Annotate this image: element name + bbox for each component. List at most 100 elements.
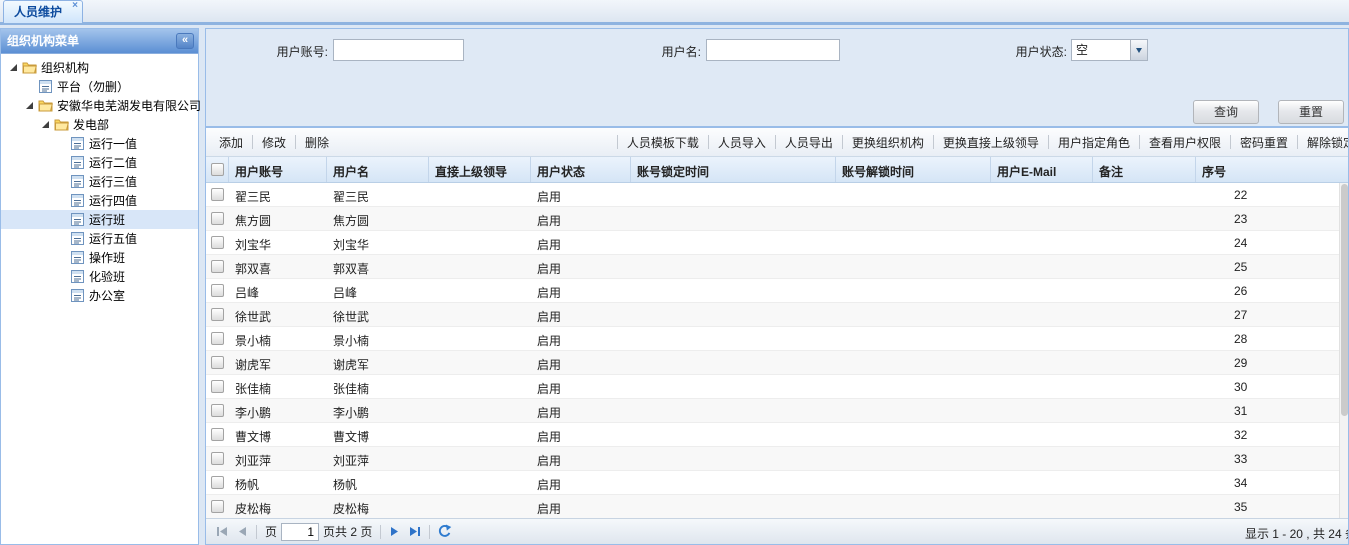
row-checkbox[interactable] (211, 404, 224, 417)
tree-node-folder[interactable]: 发电部 (1, 115, 198, 134)
tree-node[interactable]: 化验班 (1, 267, 198, 286)
scrollbar-thumb[interactable] (1341, 184, 1348, 416)
toolbar-button[interactable]: 解除锁定 (1298, 134, 1348, 151)
tree-expand-arrow-icon[interactable] (37, 120, 53, 129)
cell-name: 杨帆 (327, 471, 429, 494)
table-row[interactable]: 吕峰吕峰启用26 (206, 279, 1339, 303)
user-name-input[interactable] (706, 39, 840, 61)
row-checkbox[interactable] (211, 380, 224, 393)
tree-node[interactable]: 运行四值 (1, 191, 198, 210)
table-row[interactable]: 景小楠景小楠启用28 (206, 327, 1339, 351)
table-row[interactable]: 焦方圆焦方圆启用23 (206, 207, 1339, 231)
cell-seq: 25 (1196, 255, 1339, 278)
table-row[interactable]: 徐世武徐世武启用27 (206, 303, 1339, 327)
table-row[interactable]: 李小鹏李小鹏启用31 (206, 399, 1339, 423)
toolbar-button[interactable]: 更换直接上级领导 (934, 134, 1048, 151)
tab-personnel-maintenance[interactable]: 人员维护 × (3, 0, 83, 23)
column-header[interactable]: 直接上级领导 (429, 157, 531, 182)
toolbar-button[interactable]: 人员导入 (709, 134, 775, 151)
tab-title: 人员维护 (14, 5, 62, 19)
row-checkbox[interactable] (211, 500, 224, 513)
user-status-dropdown-trigger[interactable] (1130, 40, 1147, 60)
column-header[interactable]: 序号 (1196, 157, 1348, 182)
toolbar-button[interactable]: 人员导出 (776, 134, 842, 151)
vertical-scrollbar[interactable] (1339, 183, 1348, 518)
tab-close-icon[interactable]: × (72, 1, 78, 11)
row-checkbox-cell (206, 303, 229, 326)
tree-node[interactable]: 操作班 (1, 248, 198, 267)
page-number-input[interactable] (281, 523, 319, 541)
row-checkbox[interactable] (211, 212, 224, 225)
column-header[interactable]: 账号解锁时间 (836, 157, 991, 182)
document-icon (69, 270, 85, 283)
tree-node-label: 组织机构 (41, 59, 89, 76)
reset-button[interactable]: 重置 (1278, 100, 1344, 124)
tree-expand-arrow-icon[interactable] (21, 101, 37, 110)
tree-node[interactable]: 运行三值 (1, 172, 198, 191)
last-page-button[interactable] (405, 522, 425, 542)
toolbar-button[interactable]: 修改 (253, 134, 295, 151)
cell-name: 焦方圆 (327, 207, 429, 230)
select-all-checkbox[interactable] (211, 163, 224, 176)
table-row[interactable]: 谢虎军谢虎军启用29 (206, 351, 1339, 375)
toolbar-button[interactable]: 密码重置 (1231, 134, 1297, 151)
document-icon (69, 156, 85, 169)
row-checkbox[interactable] (211, 476, 224, 489)
row-checkbox[interactable] (211, 332, 224, 345)
tree-expand-arrow-icon[interactable] (5, 63, 21, 72)
column-header[interactable]: 账号锁定时间 (631, 157, 836, 182)
cell-leader (429, 183, 531, 206)
column-header[interactable]: 用户E-Mail (991, 157, 1093, 182)
row-checkbox[interactable] (211, 284, 224, 297)
table-row[interactable]: 翟三民翟三民启用22 (206, 183, 1339, 207)
tree-node[interactable]: 办公室 (1, 286, 198, 305)
refresh-button[interactable] (434, 522, 454, 542)
toolbar-button[interactable]: 更换组织机构 (843, 134, 933, 151)
table-row[interactable]: 刘亚萍刘亚萍启用33 (206, 447, 1339, 471)
column-header[interactable]: 备注 (1093, 157, 1196, 182)
toolbar-button[interactable]: 添加 (210, 134, 252, 151)
column-header[interactable]: 用户名 (327, 157, 429, 182)
toolbar-button[interactable]: 用户指定角色 (1049, 134, 1139, 151)
table-row[interactable]: 曹文博曹文博启用32 (206, 423, 1339, 447)
cell-unlock_time (836, 375, 991, 398)
tree-node[interactable]: 运行班 (1, 210, 198, 229)
user-account-input[interactable] (333, 39, 464, 61)
toolbar-button[interactable]: 查看用户权限 (1140, 134, 1230, 151)
tree-node-folder[interactable]: 安徽华电芜湖发电有限公司 (1, 96, 198, 115)
row-checkbox[interactable] (211, 236, 224, 249)
table-row[interactable]: 杨帆杨帆启用34 (206, 471, 1339, 495)
user-status-select[interactable]: 空 (1071, 39, 1148, 61)
tree-node[interactable]: 运行五值 (1, 229, 198, 248)
cell-leader (429, 327, 531, 350)
table-row[interactable]: 张佳楠张佳楠启用30 (206, 375, 1339, 399)
tree-node-label: 化验班 (89, 268, 125, 285)
next-page-button[interactable] (385, 522, 405, 542)
tree-node-folder[interactable]: 组织机构 (1, 58, 198, 77)
table-row[interactable]: 刘宝华刘宝华启用24 (206, 231, 1339, 255)
toolbar-button[interactable]: 人员模板下载 (618, 134, 708, 151)
row-checkbox[interactable] (211, 452, 224, 465)
cell-unlock_time (836, 495, 991, 518)
toolbar-button[interactable]: 删除 (296, 134, 338, 151)
column-header[interactable]: 用户状态 (531, 157, 631, 182)
tree-node[interactable]: 平台（勿删） (1, 77, 198, 96)
cell-leader (429, 303, 531, 326)
tree-node[interactable]: 运行二值 (1, 153, 198, 172)
tree-node[interactable]: 运行一值 (1, 134, 198, 153)
query-button[interactable]: 查询 (1193, 100, 1259, 124)
document-icon (69, 137, 85, 150)
column-header[interactable]: 用户账号 (229, 157, 327, 182)
row-checkbox[interactable] (211, 260, 224, 273)
row-checkbox[interactable] (211, 308, 224, 321)
row-checkbox[interactable] (211, 356, 224, 369)
tree-node-label: 运行一值 (89, 135, 137, 152)
row-checkbox[interactable] (211, 428, 224, 441)
table-row[interactable]: 郭双喜郭双喜启用25 (206, 255, 1339, 279)
first-page-button[interactable] (212, 522, 232, 542)
table-row[interactable]: 皮松梅皮松梅启用35 (206, 495, 1339, 518)
collapse-panel-button[interactable]: « (176, 33, 194, 49)
cell-seq: 28 (1196, 327, 1339, 350)
row-checkbox[interactable] (211, 188, 224, 201)
prev-page-button[interactable] (232, 522, 252, 542)
